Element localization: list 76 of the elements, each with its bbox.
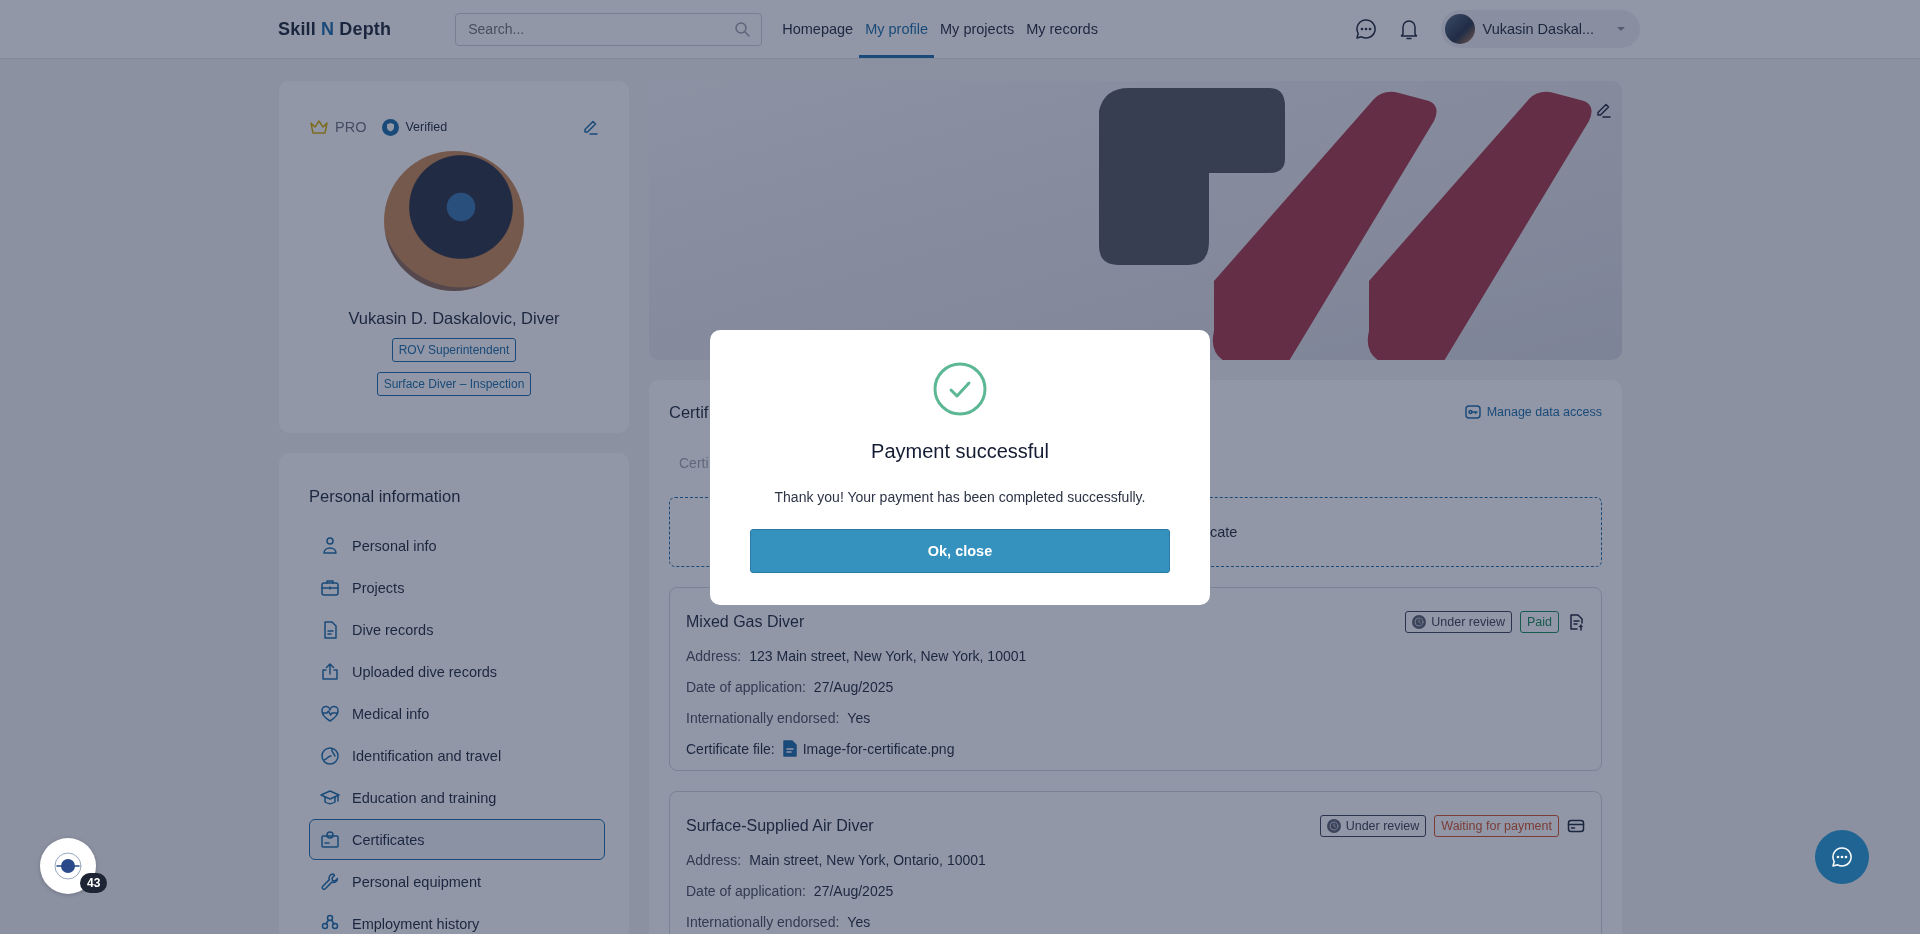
status-badge: Under review [1405,611,1512,633]
caret-icon [1616,26,1626,32]
key-icon [1464,404,1481,420]
user-menu[interactable]: Vukasin Daskal... [1440,10,1640,48]
status-badge: Under review [1319,815,1427,837]
bell-icon[interactable] [1398,18,1419,40]
upload-icon [320,661,340,682]
search-icon [734,20,751,37]
briefcase-icon [320,577,340,598]
sidebar-item[interactable]: Uploaded dive records [309,651,605,692]
search-field[interactable]: Search... [455,12,763,46]
field-label: Internationally endorsed: [686,709,840,726]
field-value: 27/Aug/2025 [813,882,894,899]
credit-card-icon[interactable] [1567,817,1585,835]
sidebar-item[interactable]: Medical info [309,693,605,734]
field-label: Date of application: [686,882,806,899]
sidebar-item[interactable]: Personal info [309,525,605,566]
sidebar-item[interactable]: Identification and travel [309,735,605,776]
status-badge: Paid [1519,611,1559,633]
field-label: Address: [686,647,742,664]
clock-icon [1412,615,1427,629]
nav-link[interactable]: Homepage [776,0,860,58]
sidebar-item[interactable]: Projects [309,567,605,608]
verified-label: Verified [405,120,448,134]
field-value: Main street, New York, Ontario, 10001 [749,851,986,868]
avatar [1444,14,1475,44]
sidebar-item[interactable]: Personal equipment [309,861,605,902]
sidebar-item[interactable]: Education and training [309,777,605,818]
sidebar-item[interactable]: Employment history [309,903,605,934]
role-tag: Surface Diver – Inspection [376,372,532,396]
add-certificate-label: cate [1210,524,1238,540]
logo[interactable]: Skill N Depth [278,18,392,40]
chat-button[interactable] [1815,830,1869,884]
chat-icon[interactable] [1354,18,1377,40]
certificate-title: Surface-Supplied Air Diver [686,817,874,835]
field-label: Address: [686,851,742,868]
ok-close-button[interactable]: Ok, close [750,529,1170,573]
field-label: Certificate file: [686,740,775,757]
certificate-title: Mixed Gas Diver [686,613,805,631]
dialog-message: Thank you! Your payment has been completed successfully. [774,489,1146,505]
sidebar-item[interactable]: Certificates [309,819,605,860]
role-tag: ROV Superintendent [391,338,517,362]
field-value: 27/Aug/2025 [813,678,894,695]
nav-link[interactable]: My profile [859,0,935,58]
file-link[interactable]: Image-for-certificate.png [782,740,955,757]
receipt-icon[interactable] [1567,613,1585,631]
check-circle-icon [933,362,987,416]
crown-icon [309,119,329,135]
logo-icon [53,851,83,881]
section-title: Personal information [309,487,462,507]
profile-name: Vukasin D. Daskalovic, Diver [347,309,561,328]
globe-icon [320,745,340,766]
field-value: Yes [847,709,871,726]
wrench-icon [320,871,340,892]
manage-data-access-link[interactable]: Manage data access [1464,404,1602,420]
nav-link[interactable]: My projects [934,0,1021,58]
count-badge: 43 [80,873,108,893]
file-icon [782,740,797,757]
field-label: Date of application: [686,678,806,695]
certificate-icon [320,829,340,850]
nav-link[interactable]: My records [1020,0,1104,58]
field-label: Internationally endorsed: [686,913,840,930]
dialog-title: Payment successful [871,440,1049,463]
clock-icon [1326,819,1341,833]
edit-icon[interactable] [1594,101,1612,119]
status-badge: Waiting for payment [1434,815,1559,837]
section-title: Certif [669,402,709,422]
edit-icon[interactable] [581,118,599,136]
chat-icon [1831,846,1853,868]
shield-check-icon [382,118,400,136]
person-icon [320,535,340,556]
field-value: 123 Main street, New York, New York, 10001 [749,647,1027,664]
heart-pulse-icon [320,703,340,724]
plan-label: PRO [335,119,367,135]
sidebar-item[interactable]: Dive records [309,609,605,650]
field-value: Yes [847,913,871,930]
